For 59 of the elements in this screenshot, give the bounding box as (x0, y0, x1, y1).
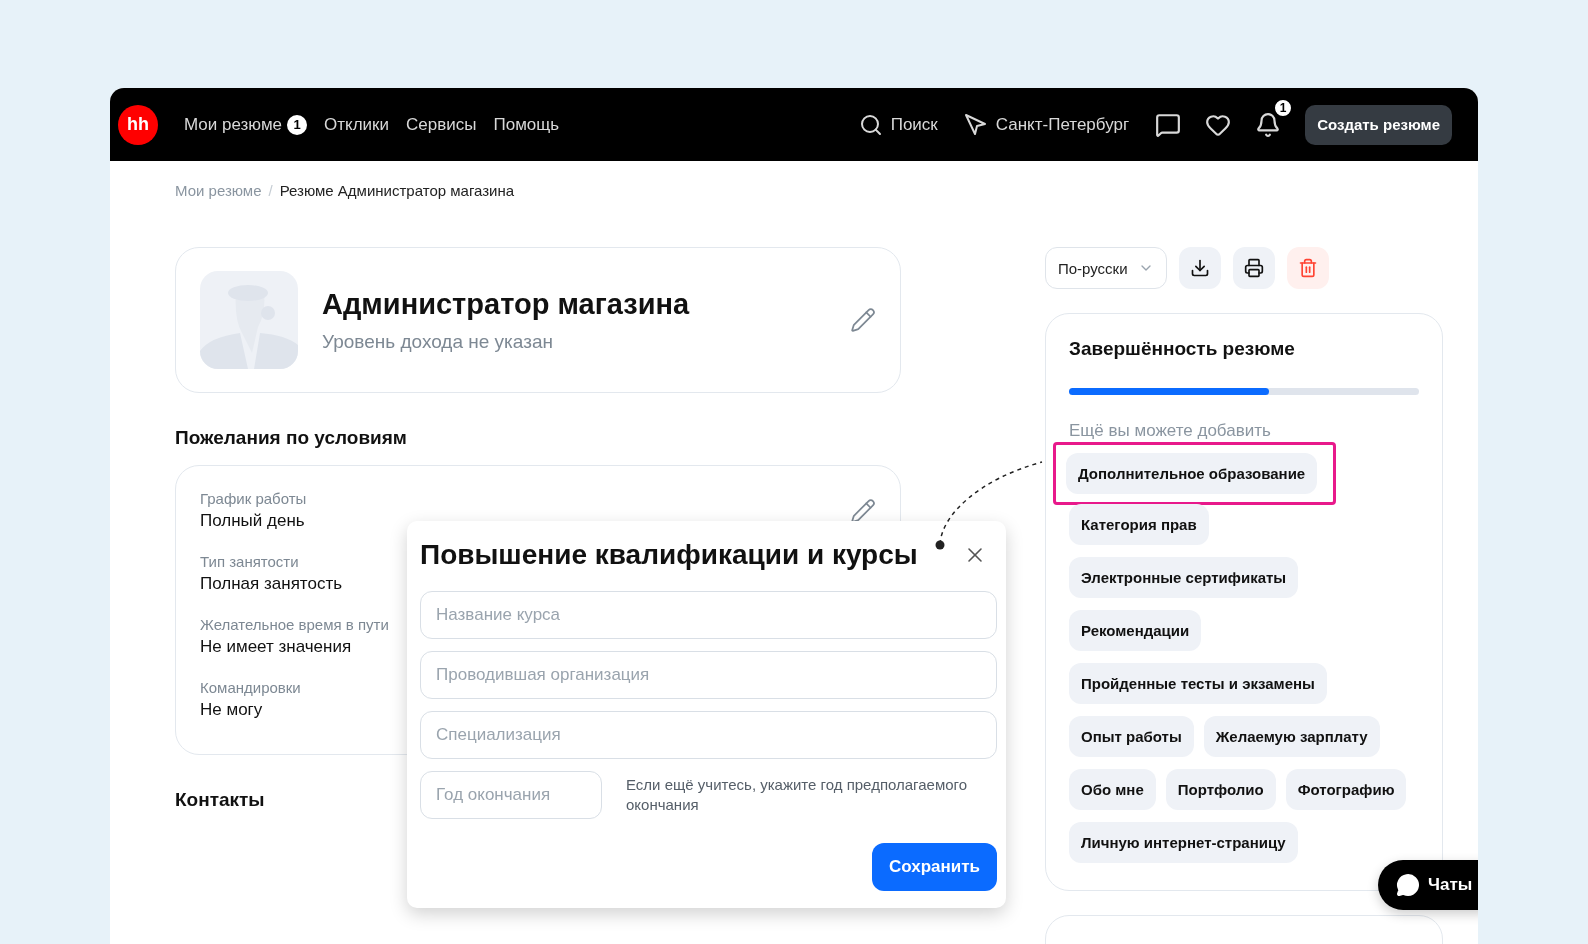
logo[interactable]: hh (118, 104, 158, 145)
breadcrumb-separator: / (268, 181, 273, 199)
input-field[interactable]: Год окончания (420, 771, 602, 819)
input-field[interactable]: Специализация (420, 711, 997, 759)
bell-icon[interactable] (1255, 111, 1282, 138)
pencil-icon[interactable] (850, 498, 876, 524)
field-label: Тип занятости (200, 553, 299, 570)
language-select[interactable]: По-русски (1045, 247, 1167, 289)
count-badge: 1 (1273, 97, 1294, 118)
trash-icon (1297, 258, 1318, 278)
add-section-chip[interactable]: Обо мне (1069, 769, 1156, 810)
field-value: Полная занятость (200, 574, 343, 594)
input-field[interactable]: Проводившая организация (420, 651, 997, 699)
dialog-title: Повышение квалификации и курсы (420, 539, 918, 571)
download-icon (1189, 258, 1210, 278)
add-section-chip[interactable]: Желаемую зарплату (1203, 716, 1380, 757)
save-button[interactable]: Сохранить (871, 843, 997, 891)
download-button[interactable] (1178, 247, 1221, 289)
field-value: Не могу (200, 700, 263, 720)
add-section-chip[interactable]: Портфолио (1165, 769, 1276, 810)
create-resume-button[interactable]: Создать резюме (1305, 104, 1452, 145)
hint-text: Ещё вы можете добавить (1069, 421, 1272, 441)
resume-title: Администратор магазина (322, 287, 691, 321)
add-section-chip[interactable]: Электронные сертификаты (1069, 557, 1299, 598)
add-section-chip[interactable]: Личную интернет-страницу (1069, 822, 1298, 863)
add-section-chip[interactable]: Опыт работы (1069, 716, 1194, 757)
location-arrow-icon (963, 112, 988, 137)
field-hint: Если ещё учитесь, укажите год предполагаемого окончания (626, 775, 969, 815)
add-section-chip[interactable]: Пройденные тесты и экзамены (1069, 663, 1327, 704)
search-link[interactable]: Поиск (858, 112, 938, 137)
pencil-icon[interactable] (850, 307, 876, 333)
nav-link[interactable]: Мои резюме 1 (184, 114, 308, 135)
delete-button[interactable] (1286, 247, 1329, 289)
city-link[interactable]: Санкт-Петербург (963, 112, 1130, 137)
field-value: Не имеет значения (200, 637, 352, 657)
printer-icon (1243, 258, 1264, 278)
field-label: График работы (200, 490, 307, 507)
chat-bubble-icon (1396, 873, 1420, 897)
add-section-chip[interactable]: Рекомендации (1069, 610, 1202, 651)
field-label: Командировки (200, 679, 301, 696)
chat-icon[interactable] (1155, 111, 1182, 138)
nav-link[interactable]: Сервисы (406, 114, 477, 135)
input-field[interactable]: Название курса (420, 591, 997, 639)
chats-button[interactable]: Чаты (1378, 860, 1478, 910)
add-section-chip[interactable]: Дополнительное образование (1066, 453, 1318, 494)
add-section-chip[interactable]: Фотографию (1285, 769, 1407, 810)
nav-link[interactable]: Отклики (324, 114, 390, 135)
add-section-chip[interactable]: Категория прав (1069, 504, 1209, 545)
salary-text: Уровень дохода не указан (322, 330, 554, 353)
print-button[interactable] (1232, 247, 1275, 289)
field-label: Желательное время в пути (200, 616, 389, 633)
nav-link[interactable]: Помощь (493, 114, 560, 135)
card-title: Завершённость резюме (1069, 338, 1296, 360)
section-heading: Пожелания по условиям (175, 427, 407, 449)
search-icon (858, 112, 883, 137)
count-badge: 1 (287, 114, 308, 135)
section-heading: Контакты (175, 789, 265, 811)
field-value: Полный день (200, 511, 305, 531)
breadcrumb-link[interactable]: Резюме Администратор магазина (279, 181, 515, 199)
